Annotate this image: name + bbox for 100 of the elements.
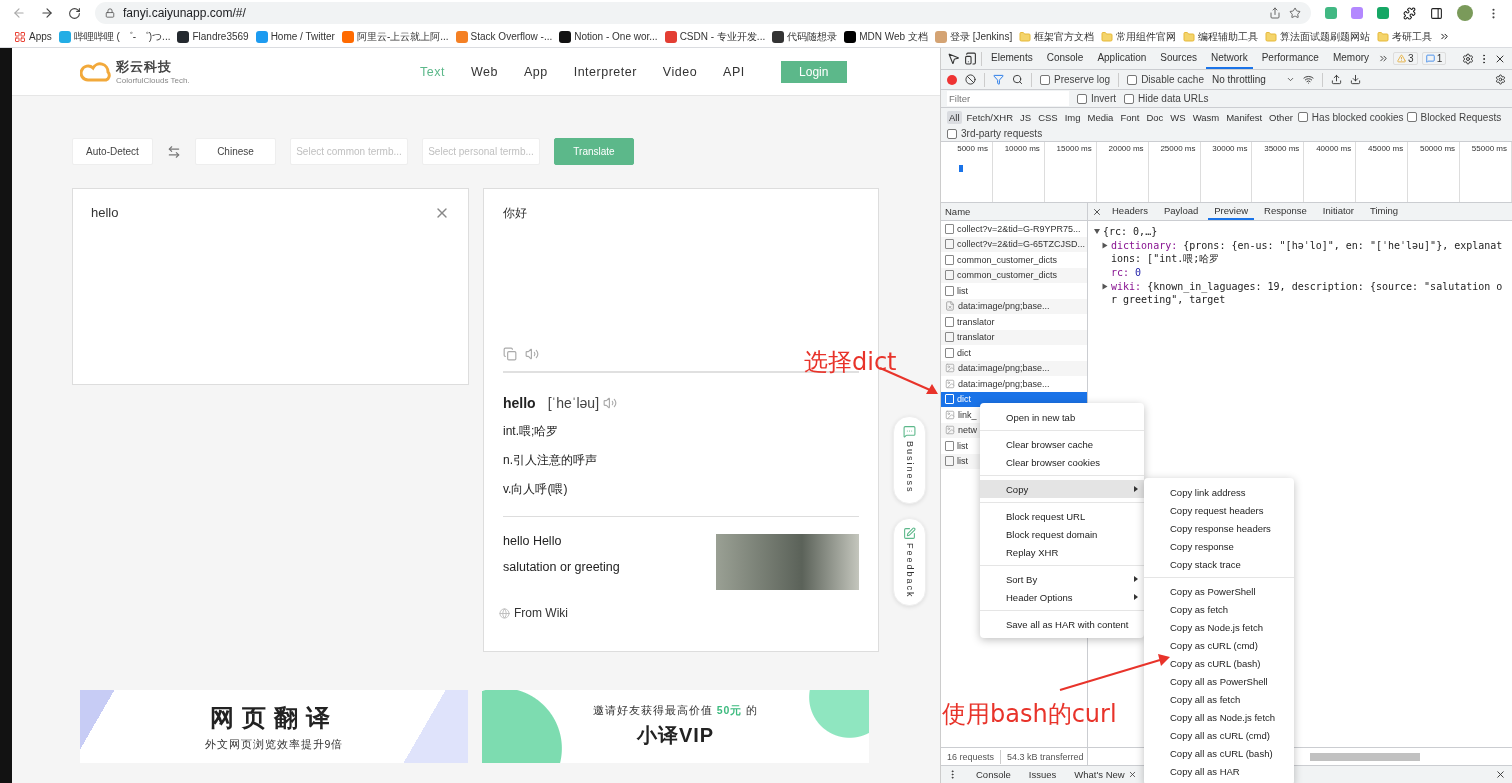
language-select[interactable]: Auto-Detect: [72, 138, 153, 165]
menu-item[interactable]: Copy response: [1144, 537, 1294, 555]
network-conditions-icon[interactable]: [1302, 74, 1314, 85]
clear-icon[interactable]: [965, 74, 976, 85]
reload-icon[interactable]: [68, 6, 81, 20]
device-toolbar-icon[interactable]: [964, 52, 977, 65]
messages-badge[interactable]: 1: [1421, 52, 1447, 65]
side-button[interactable]: Feedback: [893, 518, 926, 606]
menu-item[interactable]: Copy request headers: [1144, 501, 1294, 519]
bookmark[interactable]: Stack Overflow -...: [455, 30, 553, 43]
side-panel-icon[interactable]: [1430, 6, 1443, 20]
bookmark[interactable]: 代码随想录: [772, 29, 838, 44]
type-filter[interactable]: Img: [1062, 110, 1083, 124]
detail-tab[interactable]: Preview: [1208, 203, 1255, 220]
bookmark[interactable]: CSDN - 专业开发...: [664, 29, 766, 44]
type-filter[interactable]: JS: [1018, 110, 1034, 124]
nav-link[interactable]: API: [723, 64, 745, 79]
more-bookmarks-icon[interactable]: [1439, 31, 1451, 42]
devtools-tab[interactable]: Memory: [1327, 48, 1375, 69]
close-icon[interactable]: [1495, 769, 1506, 780]
import-icon[interactable]: [1330, 74, 1342, 85]
swap-icon[interactable]: [167, 144, 181, 159]
menu-item[interactable]: Copy all as cURL (bash): [1144, 744, 1294, 762]
close-icon[interactable]: [1092, 206, 1102, 217]
devtools-tab[interactable]: Performance: [1256, 48, 1324, 69]
source-text-panel[interactable]: hello: [72, 188, 469, 385]
menu-item[interactable]: Copy link address: [1144, 483, 1294, 501]
devtools-tab[interactable]: Console: [1041, 48, 1089, 69]
ad-banner[interactable]: 邀请好友获得最高价值 50元 的 小译VIP: [482, 690, 869, 763]
extension-icon[interactable]: [1377, 7, 1389, 19]
bookmark[interactable]: Apps: [14, 30, 52, 43]
menu-item[interactable]: Copy response headers: [1144, 519, 1294, 537]
checkbox[interactable]: Invert: [1077, 93, 1116, 104]
close-icon[interactable]: [1127, 770, 1137, 779]
devtools-tab[interactable]: Sources: [1155, 48, 1202, 69]
wiki-source-link[interactable]: From Wiki: [514, 606, 568, 620]
nav-link[interactable]: Video: [662, 64, 698, 79]
menu-item[interactable]: Copy all as fetch: [1144, 690, 1294, 708]
bookmark[interactable]: 登录 [Jenkins]: [934, 29, 1013, 44]
checkbox[interactable]: Blocked Requests: [1406, 111, 1502, 123]
type-filter[interactable]: WS: [1168, 110, 1188, 124]
menu-item[interactable]: Copy: [980, 480, 1144, 498]
record-icon[interactable]: [947, 74, 957, 85]
preview-line[interactable]: {rc: 0,…}: [1092, 225, 1508, 238]
bookmark[interactable]: Notion - One wor...: [559, 30, 658, 43]
checkbox[interactable]: Has blocked cookies: [1297, 111, 1404, 123]
menu-item[interactable]: Copy stack trace: [1144, 555, 1294, 573]
menu-item[interactable]: Copy as PowerShell: [1144, 582, 1294, 600]
type-filter[interactable]: Doc: [1144, 110, 1166, 124]
detail-tab[interactable]: Timing: [1364, 203, 1405, 220]
export-icon[interactable]: [1349, 74, 1361, 85]
nav-link[interactable]: App: [523, 64, 548, 79]
bookmark[interactable]: MDN Web 文档: [844, 29, 928, 44]
star-icon[interactable]: [1289, 7, 1301, 19]
menu-item[interactable]: Block request domain: [980, 525, 1144, 543]
menu-item[interactable]: Copy all as Node.js fetch: [1144, 708, 1294, 726]
nav-link[interactable]: Web: [470, 64, 498, 79]
menu-item[interactable]: Copy as fetch: [1144, 600, 1294, 618]
inspect-icon[interactable]: [947, 52, 960, 65]
bookmark[interactable]: 框架官方文档: [1019, 29, 1095, 44]
preview-line[interactable]: wiki: {known_in_laguages: 19, description: {source: "salutation or greeting", target: [1092, 280, 1508, 306]
menu-item[interactable]: Copy as cURL (cmd): [1144, 636, 1294, 654]
menu-item[interactable]: Copy as cURL (bash): [1144, 654, 1294, 672]
checkbox[interactable]: Hide data URLs: [1124, 93, 1209, 104]
filter-icon[interactable]: [993, 74, 1004, 85]
checkbox[interactable]: 3rd-party requests: [947, 128, 1043, 139]
bookmark[interactable]: Home / Twitter: [255, 30, 335, 43]
type-filter[interactable]: Font: [1118, 110, 1142, 124]
menu-item[interactable]: Copy as Node.js fetch: [1144, 618, 1294, 636]
menu-item[interactable]: Copy all as PowerShell: [1144, 672, 1294, 690]
settings-icon[interactable]: [1495, 74, 1506, 85]
avatar-icon[interactable]: [1457, 5, 1473, 21]
menu-item[interactable]: Copy all as cURL (cmd): [1144, 726, 1294, 744]
menu-item[interactable]: Save all as HAR with content: [980, 615, 1144, 633]
filter-field[interactable]: Filter: [947, 91, 1069, 106]
type-filter[interactable]: Fetch/XHR: [964, 110, 1016, 124]
scrollbar-thumb[interactable]: [1310, 752, 1420, 761]
drawer-tab[interactable]: What's New: [1074, 769, 1137, 780]
ad-banner[interactable]: 网页翻译 外文网页浏览效率提升9倍: [80, 690, 468, 763]
more-tabs-icon[interactable]: [1378, 53, 1390, 64]
detail-tab[interactable]: Headers: [1106, 203, 1154, 220]
drawer-tab[interactable]: Issues: [1028, 769, 1057, 780]
type-filter[interactable]: Other: [1267, 110, 1295, 124]
menu-item[interactable]: Clear browser cache: [980, 435, 1144, 453]
warnings-badge[interactable]: 3: [1393, 52, 1418, 65]
type-filter[interactable]: All: [947, 110, 962, 124]
detail-tab[interactable]: Initiator: [1316, 203, 1360, 220]
type-filter[interactable]: Manifest: [1224, 110, 1265, 124]
checkbox[interactable]: Disable cache: [1127, 74, 1204, 85]
column-header[interactable]: Name: [941, 203, 1087, 221]
type-filter[interactable]: Wasm: [1190, 110, 1222, 124]
menu-item[interactable]: Replay XHR: [980, 543, 1144, 561]
side-button[interactable]: Business: [893, 416, 926, 504]
extensions-icon[interactable]: [1403, 6, 1416, 20]
bookmark[interactable]: 考研工具: [1377, 29, 1433, 44]
menu-item[interactable]: Clear browser cookies: [980, 453, 1144, 471]
devtools-tab[interactable]: Application: [1092, 48, 1152, 69]
bookmark[interactable]: Flandre3569: [177, 30, 249, 43]
share-icon[interactable]: [1269, 7, 1281, 19]
address-bar[interactable]: fanyi.caiyunapp.com/#/: [95, 2, 1311, 24]
